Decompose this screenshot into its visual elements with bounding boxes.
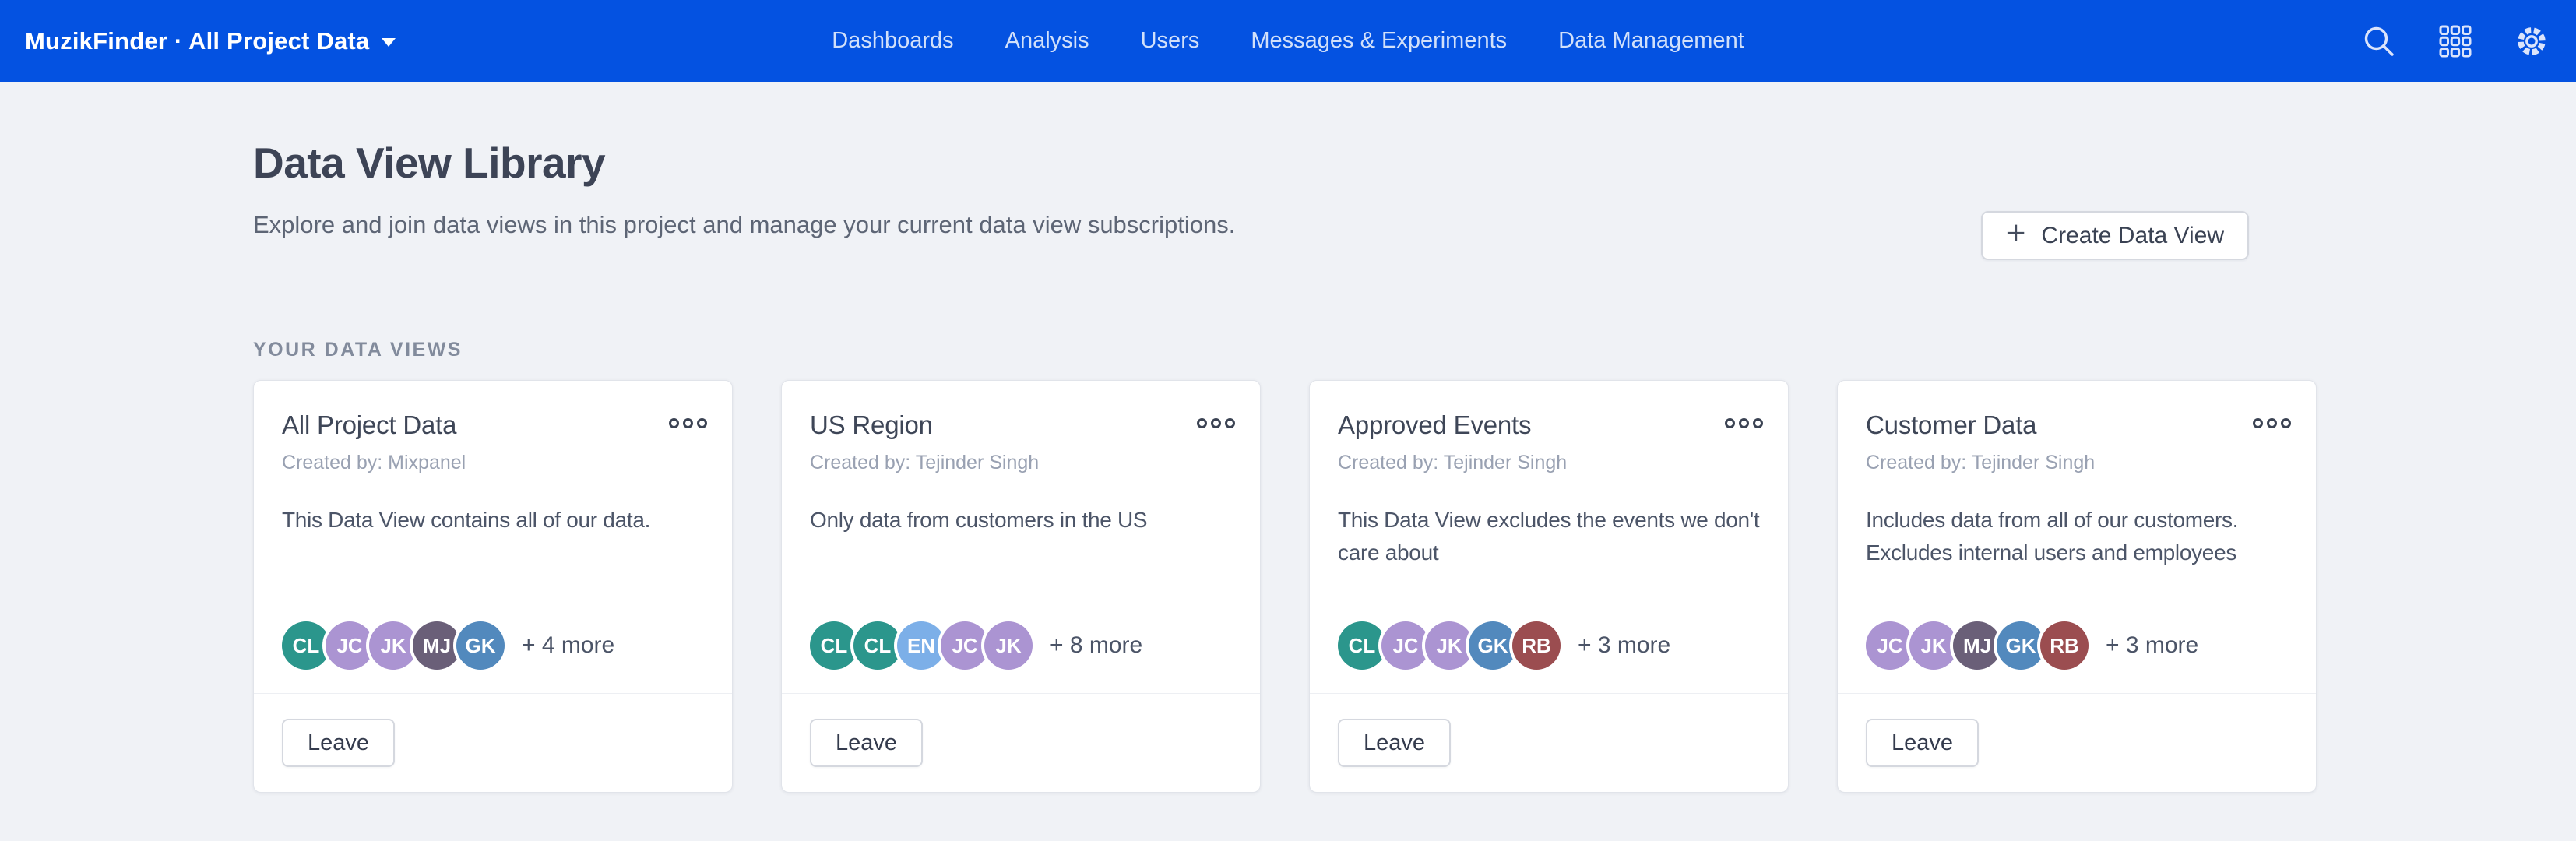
more-members-label: + 3 more	[1578, 632, 1670, 659]
data-view-card: All Project Data Created by: Mixpanel Th…	[253, 380, 733, 793]
avatar-row: JCJKMJGKRB + 3 more	[1866, 621, 2296, 670]
avatar: CL	[810, 621, 858, 670]
avatar: JC	[1381, 621, 1430, 670]
avatar: JK	[369, 621, 417, 670]
card-overflow-menu-icon[interactable]	[1197, 418, 1240, 428]
card-overflow-menu-icon[interactable]	[669, 418, 712, 428]
card-overflow-menu-icon[interactable]	[2253, 418, 2296, 428]
avatar: GK	[456, 621, 505, 670]
data-view-card-list: All Project Data Created by: Mixpanel Th…	[253, 380, 2323, 793]
nav-item-dashboards[interactable]: Dashboards	[832, 28, 953, 54]
avatar: CL	[853, 621, 902, 670]
avatar-stack: CLCLENJCJK	[810, 621, 1033, 670]
card-title: Approved Events	[1338, 410, 1531, 440]
data-view-card: Approved Events Created by: Tejinder Sin…	[1309, 380, 1789, 793]
card-title: All Project Data	[282, 410, 456, 440]
avatar: GK	[1469, 621, 1517, 670]
card-created-by: Created by: Tejinder Singh	[1338, 452, 1768, 474]
avatar: JC	[941, 621, 989, 670]
leave-button[interactable]: Leave	[810, 719, 923, 767]
card-description: Only data from customers in the US	[810, 504, 1240, 537]
card-title: Customer Data	[1866, 410, 2036, 440]
leave-button[interactable]: Leave	[1866, 719, 1979, 767]
card-description: This Data View excludes the events we do…	[1338, 504, 1768, 569]
avatar-row: CLCLENJCJK + 8 more	[810, 621, 1240, 670]
avatar: EN	[897, 621, 945, 670]
nav-item-messages-experiments[interactable]: Messages & Experiments	[1251, 28, 1507, 54]
avatar: JC	[326, 621, 374, 670]
topbar-actions	[2361, 0, 2550, 82]
avatar-row: CLJCJKGKRB + 3 more	[1338, 621, 1768, 670]
avatar: MJ	[413, 621, 461, 670]
project-switcher-label: MuzikFinder · All Project Data	[25, 27, 369, 55]
avatar: JK	[1909, 621, 1958, 670]
apps-grid-icon[interactable]	[2437, 23, 2473, 59]
create-data-view-button[interactable]: + Create Data View	[1981, 211, 2249, 260]
card-description: Includes data from all of our customers.…	[1866, 504, 2296, 569]
nav-item-data-management[interactable]: Data Management	[1558, 28, 1744, 54]
card-overflow-menu-icon[interactable]	[1725, 418, 1768, 428]
card-created-by: Created by: Mixpanel	[282, 452, 712, 474]
avatar-stack: CLJCJKGKRB	[1338, 621, 1561, 670]
avatar: JC	[1866, 621, 1914, 670]
settings-gear-icon[interactable]	[2514, 23, 2550, 59]
avatar-stack: JCJKMJGKRB	[1866, 621, 2089, 670]
avatar: JK	[1425, 621, 1473, 670]
leave-button[interactable]: Leave	[282, 719, 395, 767]
avatar: MJ	[1953, 621, 2001, 670]
search-icon[interactable]	[2361, 23, 2397, 59]
avatar: CL	[282, 621, 330, 670]
create-data-view-label: Create Data View	[2041, 223, 2224, 249]
avatar: RB	[1512, 621, 1561, 670]
card-created-by: Created by: Tejinder Singh	[810, 452, 1240, 474]
card-title: US Region	[810, 410, 933, 440]
page-title: Data View Library	[253, 82, 2323, 188]
more-members-label: + 3 more	[2106, 632, 2198, 659]
nav-item-analysis[interactable]: Analysis	[1005, 28, 1089, 54]
card-created-by: Created by: Tejinder Singh	[1866, 452, 2296, 474]
data-view-card: Customer Data Created by: Tejinder Singh…	[1837, 380, 2317, 793]
more-members-label: + 8 more	[1050, 632, 1142, 659]
avatar-row: CLJCJKMJGK + 4 more	[282, 621, 712, 670]
plus-icon: +	[2006, 216, 2026, 251]
top-navigation-bar: MuzikFinder · All Project Data Dashboard…	[0, 0, 2576, 82]
nav-item-users[interactable]: Users	[1141, 28, 1200, 54]
more-members-label: + 4 more	[522, 632, 614, 659]
avatar: RB	[2040, 621, 2089, 670]
avatar-stack: CLJCJKMJGK	[282, 621, 505, 670]
main-nav: Dashboards Analysis Users Messages & Exp…	[832, 0, 1744, 82]
avatar: CL	[1338, 621, 1386, 670]
avatar: JK	[984, 621, 1033, 670]
leave-button[interactable]: Leave	[1338, 719, 1451, 767]
avatar: GK	[1997, 621, 2045, 670]
card-description: This Data View contains all of our data.	[282, 504, 712, 537]
data-view-card: US Region Created by: Tejinder Singh Onl…	[781, 380, 1261, 793]
section-label-your-data-views: YOUR DATA VIEWS	[253, 339, 2323, 361]
page-body: Data View Library Explore and join data …	[0, 82, 2576, 841]
chevron-down-icon	[382, 38, 396, 47]
project-switcher[interactable]: MuzikFinder · All Project Data	[25, 0, 396, 82]
